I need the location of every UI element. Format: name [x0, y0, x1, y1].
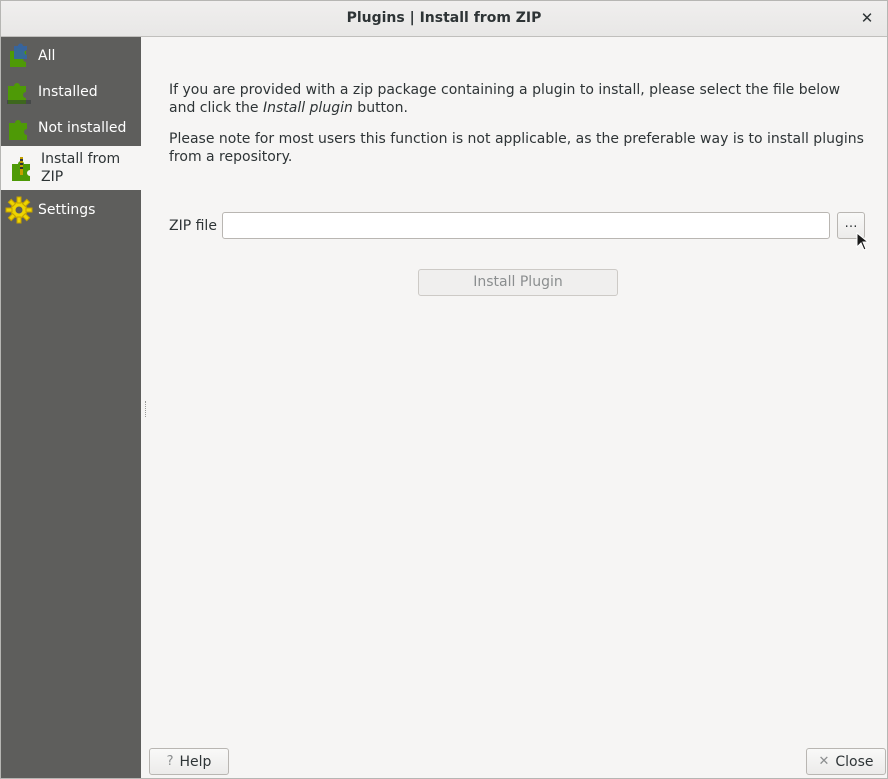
intro-text: If you are provided with a zip package c…	[169, 82, 841, 116]
sidebar: All Installed Not installed Install from…	[1, 37, 141, 778]
window-title: Plugins | Install from ZIP	[346, 10, 542, 26]
sidebar-item-label: Settings	[38, 202, 96, 218]
settings-gear-icon	[5, 196, 33, 224]
close-button-label: Close	[835, 753, 874, 770]
sidebar-item-install-from-zip[interactable]: Install from ZIP	[1, 146, 141, 190]
zip-file-label: ZIP file	[169, 218, 217, 234]
install-plugin-button[interactable]: Install Plugin	[418, 269, 618, 296]
install-zip-panel: If you are provided with a zip package c…	[142, 37, 887, 778]
sidebar-item-label: Not installed	[38, 120, 127, 136]
plugins-installed-icon	[7, 83, 31, 104]
plugins-dialog: Plugins | Install from ZIP ✕ All Install…	[0, 0, 888, 779]
sidebar-item-label: All	[38, 48, 56, 64]
plugins-zip-icon	[12, 157, 30, 181]
help-button-label: Help	[179, 753, 212, 770]
sidebar-item-installed[interactable]: Installed	[1, 74, 141, 110]
help-button[interactable]: ? Help	[149, 748, 229, 775]
sidebar-item-all[interactable]: All	[1, 38, 141, 74]
zip-file-input[interactable]	[222, 212, 830, 239]
sidebar-item-label: Install from ZIP	[41, 151, 121, 185]
help-icon: ?	[166, 754, 174, 769]
close-icon: ✕	[818, 754, 830, 769]
note-text: Please note for most users this function…	[169, 131, 864, 165]
title-bar: Plugins | Install from ZIP ✕	[1, 1, 887, 37]
sidebar-item-settings[interactable]: Settings	[1, 192, 141, 228]
window-close-icon[interactable]: ✕	[857, 8, 877, 28]
sidebar-item-label: Installed	[38, 84, 98, 100]
plugins-not-installed-icon	[9, 120, 27, 140]
close-button[interactable]: ✕ Close	[806, 748, 886, 775]
mouse-cursor-icon	[856, 232, 870, 251]
sidebar-item-not-installed[interactable]: Not installed	[1, 110, 141, 146]
plugins-all-icon	[10, 43, 27, 67]
